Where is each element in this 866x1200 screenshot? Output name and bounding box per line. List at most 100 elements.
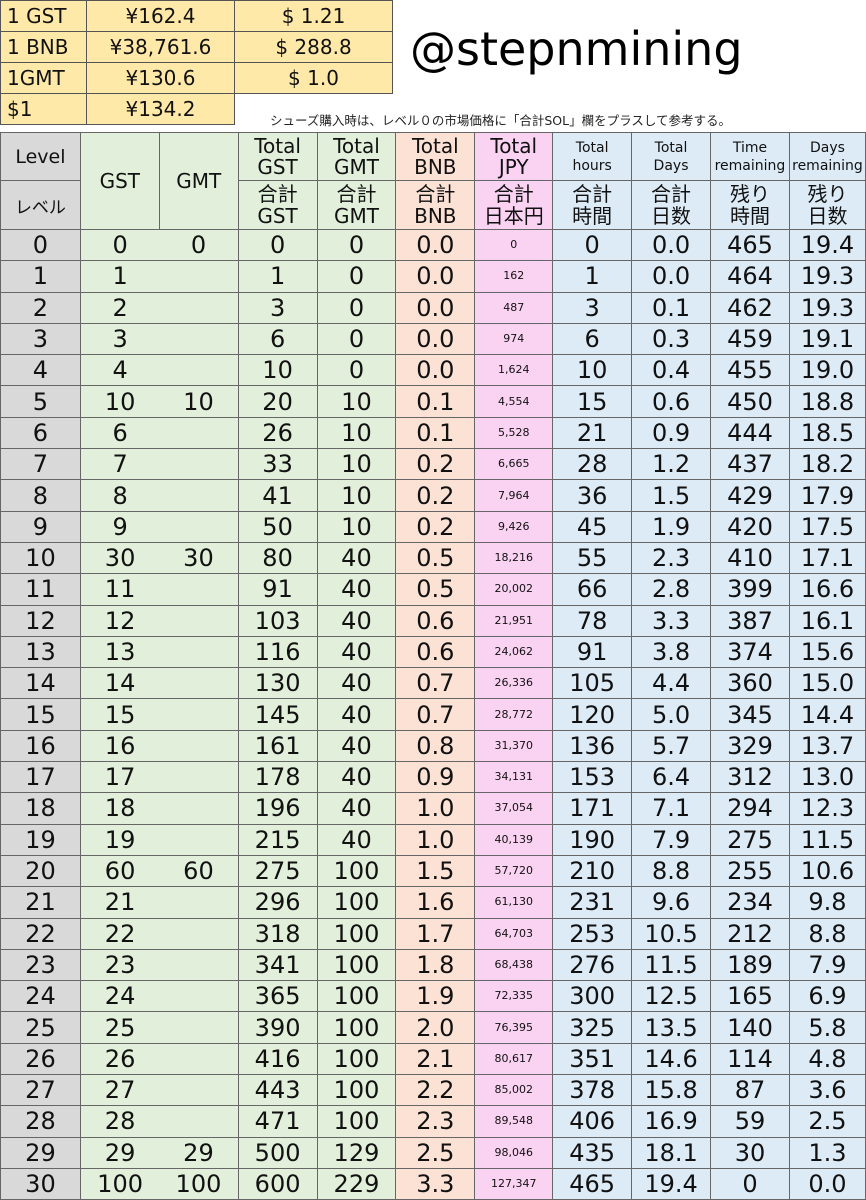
cell-days-remaining: 15.0: [788, 667, 866, 700]
cell-days-remaining: 3.6: [788, 1074, 866, 1107]
cell-total-jpy: 20,002: [474, 573, 554, 606]
table-body: 0 0 0 0 0 0.0 0 0 0.0 465 19.4 1 1 1 0 0.0 162 1 0.0 464 19.…: [0, 228, 866, 1200]
cell-gst: 16: [79, 729, 160, 763]
cell-total-hours: 10: [552, 354, 633, 387]
cell-gst: 26: [79, 1042, 160, 1076]
cell-gmt: [159, 917, 239, 950]
cell-total-gmt: 40: [316, 792, 397, 825]
cell-total-days: 0.9: [631, 416, 711, 450]
cell-total-hours: 325: [552, 1011, 633, 1044]
cell-total-jpy: 9,426: [474, 510, 554, 543]
cell-total-bnb: 1.6: [395, 886, 476, 919]
cell-days-remaining: 14.4: [788, 698, 866, 731]
cell-total-hours: 276: [552, 948, 633, 982]
header-total-gst: Total GST: [237, 132, 318, 181]
cell-level: 7: [0, 448, 81, 481]
cell-total-bnb: 3.3: [395, 1167, 476, 1200]
cell-total-gst: 341: [237, 948, 318, 982]
cell-total-days: 13.5: [631, 1011, 711, 1044]
cell-gmt: [159, 823, 239, 856]
cell-level: 24: [0, 980, 81, 1013]
cell-gmt: [159, 1074, 239, 1107]
cell-days-remaining: 2.5: [788, 1105, 866, 1138]
cell-total-jpy: 974: [474, 322, 554, 356]
cell-days-remaining: 9.8: [788, 886, 866, 919]
cell-level: 6: [0, 416, 81, 450]
cell-total-hours: 171: [552, 792, 633, 825]
table-row: 9 9 50 10 0.2 9,426 45 1.9 420 17.5: [0, 510, 866, 543]
cell-total-days: 7.1: [631, 792, 711, 825]
table-row: 27 27 443 100 2.2 85,002 378 15.8 87 3.6: [0, 1074, 866, 1107]
cell-total-gst: 10: [237, 354, 318, 387]
table-row: 21 21 296 100 1.6 61,130 231 9.6 234 9.8: [0, 886, 866, 919]
cell-total-gmt: 10: [316, 448, 397, 481]
cell-total-bnb: 1.7: [395, 917, 476, 950]
cell-total-gmt: 10: [316, 385, 397, 418]
cell-total-jpy: 6,665: [474, 448, 554, 481]
cell-total-bnb: 2.0: [395, 1011, 476, 1044]
cell-total-gmt: 0: [316, 322, 397, 356]
header-jp-total-gst: 合計 GST: [237, 180, 318, 230]
table-row: 28 28 471 100 2.3 89,548 406 16.9 59 2.5: [0, 1105, 866, 1138]
cell-gmt: [159, 792, 239, 825]
table-row: 12 12 103 40 0.6 21,951 78 3.3 387 16.1: [0, 604, 866, 637]
cell-time-remaining: 165: [709, 980, 790, 1013]
table-row: 7 7 33 10 0.2 6,665 28 1.2 437 18.2: [0, 448, 866, 481]
cell-days-remaining: 16.6: [788, 573, 866, 606]
cell-total-hours: 231: [552, 886, 633, 919]
table-row: 1 1 1 0 0.0 162 1 0.0 464 19.3: [0, 260, 866, 293]
price-box: 1 GST ¥162.4 $ 1.21 1 BNB ¥38,761.6 $ 288.8 1G…: [0, 0, 393, 125]
cell-total-gst: 365: [237, 980, 318, 1013]
table-row: 10 30 30 80 40 0.5 18,216 55 2.3 410 17.1: [0, 541, 866, 575]
cell-total-bnb: 0.0: [395, 260, 476, 293]
cell-total-days: 1.9: [631, 510, 711, 543]
cell-gmt: [159, 416, 239, 450]
table-row: 23 23 341 100 1.8 68,438 276 11.5 189 7.9: [0, 948, 866, 982]
cell-total-gmt: 40: [316, 541, 397, 575]
cell-total-jpy: 1,624: [474, 354, 554, 387]
cell-gmt: [159, 1042, 239, 1076]
cell-total-days: 0.4: [631, 354, 711, 387]
cell-total-gst: 161: [237, 729, 318, 763]
table-row: 25 25 390 100 2.0 76,395 325 13.5 140 5.8: [0, 1011, 866, 1044]
cell-total-hours: 55: [552, 541, 633, 575]
cell-time-remaining: 444: [709, 416, 790, 450]
cell-time-remaining: 465: [709, 228, 790, 262]
cell-gmt: [159, 354, 239, 387]
cell-level: 8: [0, 479, 81, 512]
cell-total-gst: 390: [237, 1011, 318, 1044]
cell-total-bnb: 0.0: [395, 228, 476, 262]
table-row: 14 14 130 40 0.7 26,336 105 4.4 360 15.0: [0, 667, 866, 700]
cell-gst: 30: [79, 541, 160, 575]
cell-total-hours: 3: [552, 291, 633, 324]
cell-total-jpy: 28,772: [474, 698, 554, 731]
cell-total-gmt: 40: [316, 604, 397, 637]
cell-total-days: 2.8: [631, 573, 711, 606]
cell-total-gst: 0: [237, 228, 318, 262]
cell-time-remaining: 464: [709, 260, 790, 293]
cell-days-remaining: 19.3: [788, 260, 866, 293]
cell-gst: 9: [79, 510, 160, 543]
cell-total-hours: 351: [552, 1042, 633, 1076]
table-row: 0 0 0 0 0 0.0 0 0 0.0 465 19.4: [0, 228, 866, 262]
cell-total-bnb: 0.2: [395, 510, 476, 543]
cell-total-jpy: 24,062: [474, 635, 554, 669]
cell-total-gmt: 10: [316, 479, 397, 512]
cell-total-bnb: 0.9: [395, 761, 476, 794]
cell-total-jpy: 98,046: [474, 1136, 554, 1169]
cell-level: 18: [0, 792, 81, 825]
cell-total-gmt: 0: [316, 291, 397, 324]
cell-level: 23: [0, 948, 81, 982]
cell-time-remaining: 59: [709, 1105, 790, 1138]
cell-gmt: [159, 886, 239, 919]
cell-total-gst: 443: [237, 1074, 318, 1107]
cell-days-remaining: 19.1: [788, 322, 866, 356]
cell-total-gst: 130: [237, 667, 318, 700]
cell-gmt: [159, 322, 239, 356]
cell-gmt: [159, 260, 239, 293]
cell-total-hours: 136: [552, 729, 633, 763]
cell-total-gmt: 129: [316, 1136, 397, 1169]
cell-level: 22: [0, 917, 81, 950]
table-row: 11 11 91 40 0.5 20,002 66 2.8 399 16.6: [0, 573, 866, 606]
cell-time-remaining: 345: [709, 698, 790, 731]
